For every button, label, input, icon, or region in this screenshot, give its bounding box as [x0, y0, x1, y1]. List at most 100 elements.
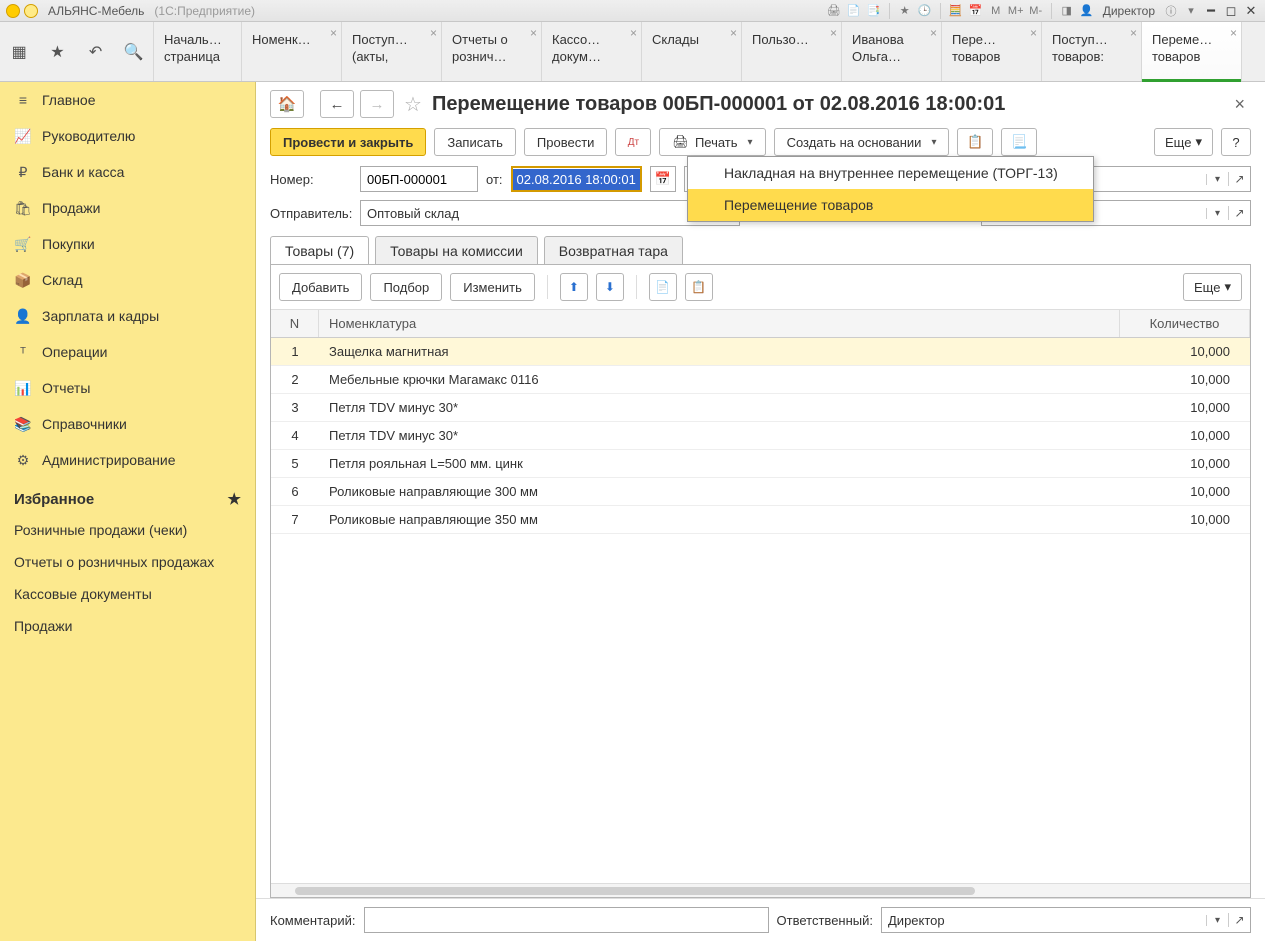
tab-close-icon[interactable]: ×: [1030, 26, 1037, 42]
tab-close-icon[interactable]: ×: [1130, 26, 1137, 42]
post-button[interactable]: Провести: [524, 128, 608, 156]
sidebar-item-manager[interactable]: 📈Руководителю: [0, 118, 255, 154]
forward-button[interactable]: →: [360, 90, 394, 118]
tab-close-icon[interactable]: ×: [530, 26, 537, 42]
table-row[interactable]: 3Петля TDV минус 30*10,000: [271, 394, 1250, 422]
open-icon[interactable]: ↗: [1228, 206, 1250, 220]
table-row[interactable]: 1Защелка магнитная10,000: [271, 338, 1250, 366]
sender-field[interactable]: Оптовый склад▾↗: [360, 200, 740, 226]
tab-close-icon[interactable]: ×: [930, 26, 937, 42]
sidebar-item-reports[interactable]: 📊Отчеты: [0, 370, 255, 406]
subtab-commission[interactable]: Товары на комиссии: [375, 236, 538, 264]
calc-icon[interactable]: 🧮: [948, 3, 964, 19]
mplus-icon[interactable]: M+: [1008, 3, 1024, 19]
tab-cash[interactable]: Кассо… докум…×: [542, 22, 642, 81]
info-dropdown-icon[interactable]: ▾: [1183, 3, 1199, 19]
move-up-button[interactable]: ⬆: [560, 273, 588, 301]
doc-close-button[interactable]: ×: [1234, 94, 1251, 115]
app-dropdown-icon[interactable]: [24, 4, 38, 18]
tab-users[interactable]: Пользо…×: [742, 22, 842, 81]
printer-icon[interactable]: 🖨: [826, 3, 842, 19]
edit-button[interactable]: Изменить: [450, 273, 535, 301]
calendar-button[interactable]: 📅: [650, 166, 676, 192]
sidebar-fav-link[interactable]: Кассовые документы: [0, 578, 255, 610]
chevron-down-icon[interactable]: ▾: [1206, 174, 1228, 185]
star-icon[interactable]: ★: [46, 41, 68, 63]
close-button[interactable]: ✕: [1243, 4, 1259, 18]
tab-receipt[interactable]: Поступ… (акты,×: [342, 22, 442, 81]
tab-receipt2[interactable]: Поступ… товаров:×: [1042, 22, 1142, 81]
struc-button-1[interactable]: 📋: [957, 128, 993, 156]
responsible-field[interactable]: Директор▾↗: [881, 907, 1251, 933]
print-button[interactable]: 🖨Печать: [659, 128, 765, 156]
struc-button-2[interactable]: 📃: [1001, 128, 1037, 156]
history-icon[interactable]: ↶: [85, 41, 107, 63]
apps-icon[interactable]: ▦: [8, 41, 30, 63]
sidebar-item-warehouse[interactable]: 📦Склад: [0, 262, 255, 298]
print-menu-torg13[interactable]: Накладная на внутреннее перемещение (ТОР…: [688, 157, 1093, 189]
copy-button[interactable]: 📄: [649, 273, 677, 301]
table-row[interactable]: 4Петля TDV минус 30*10,000: [271, 422, 1250, 450]
tab-transfer[interactable]: Пере… товаров×: [942, 22, 1042, 81]
subtab-return[interactable]: Возвратная тара: [544, 236, 683, 264]
comment-input[interactable]: [364, 907, 769, 933]
sidebar-fav-link[interactable]: Розничные продажи (чеки): [0, 514, 255, 546]
tab-warehouses[interactable]: Склады×: [642, 22, 742, 81]
open-icon[interactable]: ↗: [1228, 172, 1250, 186]
save-button[interactable]: Записать: [434, 128, 516, 156]
favorite-star-icon[interactable]: ☆: [404, 92, 422, 117]
subtab-goods[interactable]: Товары (7): [270, 236, 369, 264]
table-row[interactable]: 5Петля рояльная L=500 мм. цинк10,000: [271, 450, 1250, 478]
sidebar-item-bank[interactable]: ₽Банк и касса: [0, 154, 255, 190]
pick-button[interactable]: Подбор: [370, 273, 442, 301]
col-qty[interactable]: Количество: [1120, 310, 1250, 337]
compare-icon[interactable]: 📑: [866, 3, 882, 19]
sidebar-item-ops[interactable]: ᵀОперации: [0, 334, 255, 370]
minimize-button[interactable]: ━: [1203, 4, 1219, 18]
chevron-down-icon[interactable]: ▾: [1206, 208, 1228, 219]
tab-close-icon[interactable]: ×: [830, 26, 837, 42]
back-button[interactable]: ←: [320, 90, 354, 118]
add-button[interactable]: Добавить: [279, 273, 362, 301]
table-more-button[interactable]: Еще▾: [1183, 273, 1242, 301]
sidebar-item-salary[interactable]: 👤Зарплата и кадры: [0, 298, 255, 334]
tab-ivanova[interactable]: Иванова Ольга…×: [842, 22, 942, 81]
open-icon[interactable]: ↗: [1228, 913, 1250, 927]
more-button[interactable]: Еще▾: [1154, 128, 1213, 156]
sidebar-item-catalogs[interactable]: 📚Справочники: [0, 406, 255, 442]
home-button[interactable]: 🏠: [270, 90, 304, 118]
sidebar-fav-link[interactable]: Продажи: [0, 610, 255, 642]
sidebar-item-purchase[interactable]: 🛒Покупки: [0, 226, 255, 262]
paste-button[interactable]: 📋: [685, 273, 713, 301]
sidebar-item-admin[interactable]: ⚙Администрирование: [0, 442, 255, 478]
doc-icon[interactable]: 📄: [846, 3, 862, 19]
help-button[interactable]: ?: [1221, 128, 1251, 156]
sidebar-item-sales[interactable]: 🛍Продажи: [0, 190, 255, 226]
tab-close-icon[interactable]: ×: [730, 26, 737, 42]
tab-close-icon[interactable]: ×: [1230, 26, 1237, 42]
table-row[interactable]: 2Мебельные крючки Магамакс 011610,000: [271, 366, 1250, 394]
calendar-icon[interactable]: 📅: [968, 3, 984, 19]
info-icon[interactable]: ⓘ: [1163, 3, 1179, 19]
move-down-button[interactable]: ⬇: [596, 273, 624, 301]
date-input[interactable]: 02.08.2016 18:00:01: [511, 166, 642, 192]
favorite-icon[interactable]: ★: [897, 3, 913, 19]
panels-icon[interactable]: ◨: [1059, 3, 1075, 19]
search-icon[interactable]: 🔍: [123, 41, 145, 63]
tab-transfer-active[interactable]: Переме… товаров×: [1142, 22, 1242, 81]
tab-home[interactable]: Началь… страница: [154, 22, 242, 81]
print-menu-transfer[interactable]: Перемещение товаров: [688, 189, 1093, 221]
grid-body[interactable]: 1Защелка магнитная10,0002Мебельные крючк…: [271, 338, 1250, 883]
scroll-thumb[interactable]: [295, 887, 975, 895]
tab-nomenclature[interactable]: Номенк…×: [242, 22, 342, 81]
tab-close-icon[interactable]: ×: [430, 26, 437, 42]
mminus-icon[interactable]: M-: [1028, 3, 1044, 19]
tab-close-icon[interactable]: ×: [330, 26, 337, 42]
col-name[interactable]: Номенклатура: [319, 310, 1120, 337]
dtkt-button[interactable]: Дт: [615, 128, 651, 156]
table-row[interactable]: 7Роликовые направляющие 350 мм10,000: [271, 506, 1250, 534]
table-row[interactable]: 6Роликовые направляющие 300 мм10,000: [271, 478, 1250, 506]
sidebar-fav-link[interactable]: Отчеты о розничных продажах: [0, 546, 255, 578]
tab-close-icon[interactable]: ×: [630, 26, 637, 42]
horizontal-scrollbar[interactable]: [271, 883, 1250, 897]
